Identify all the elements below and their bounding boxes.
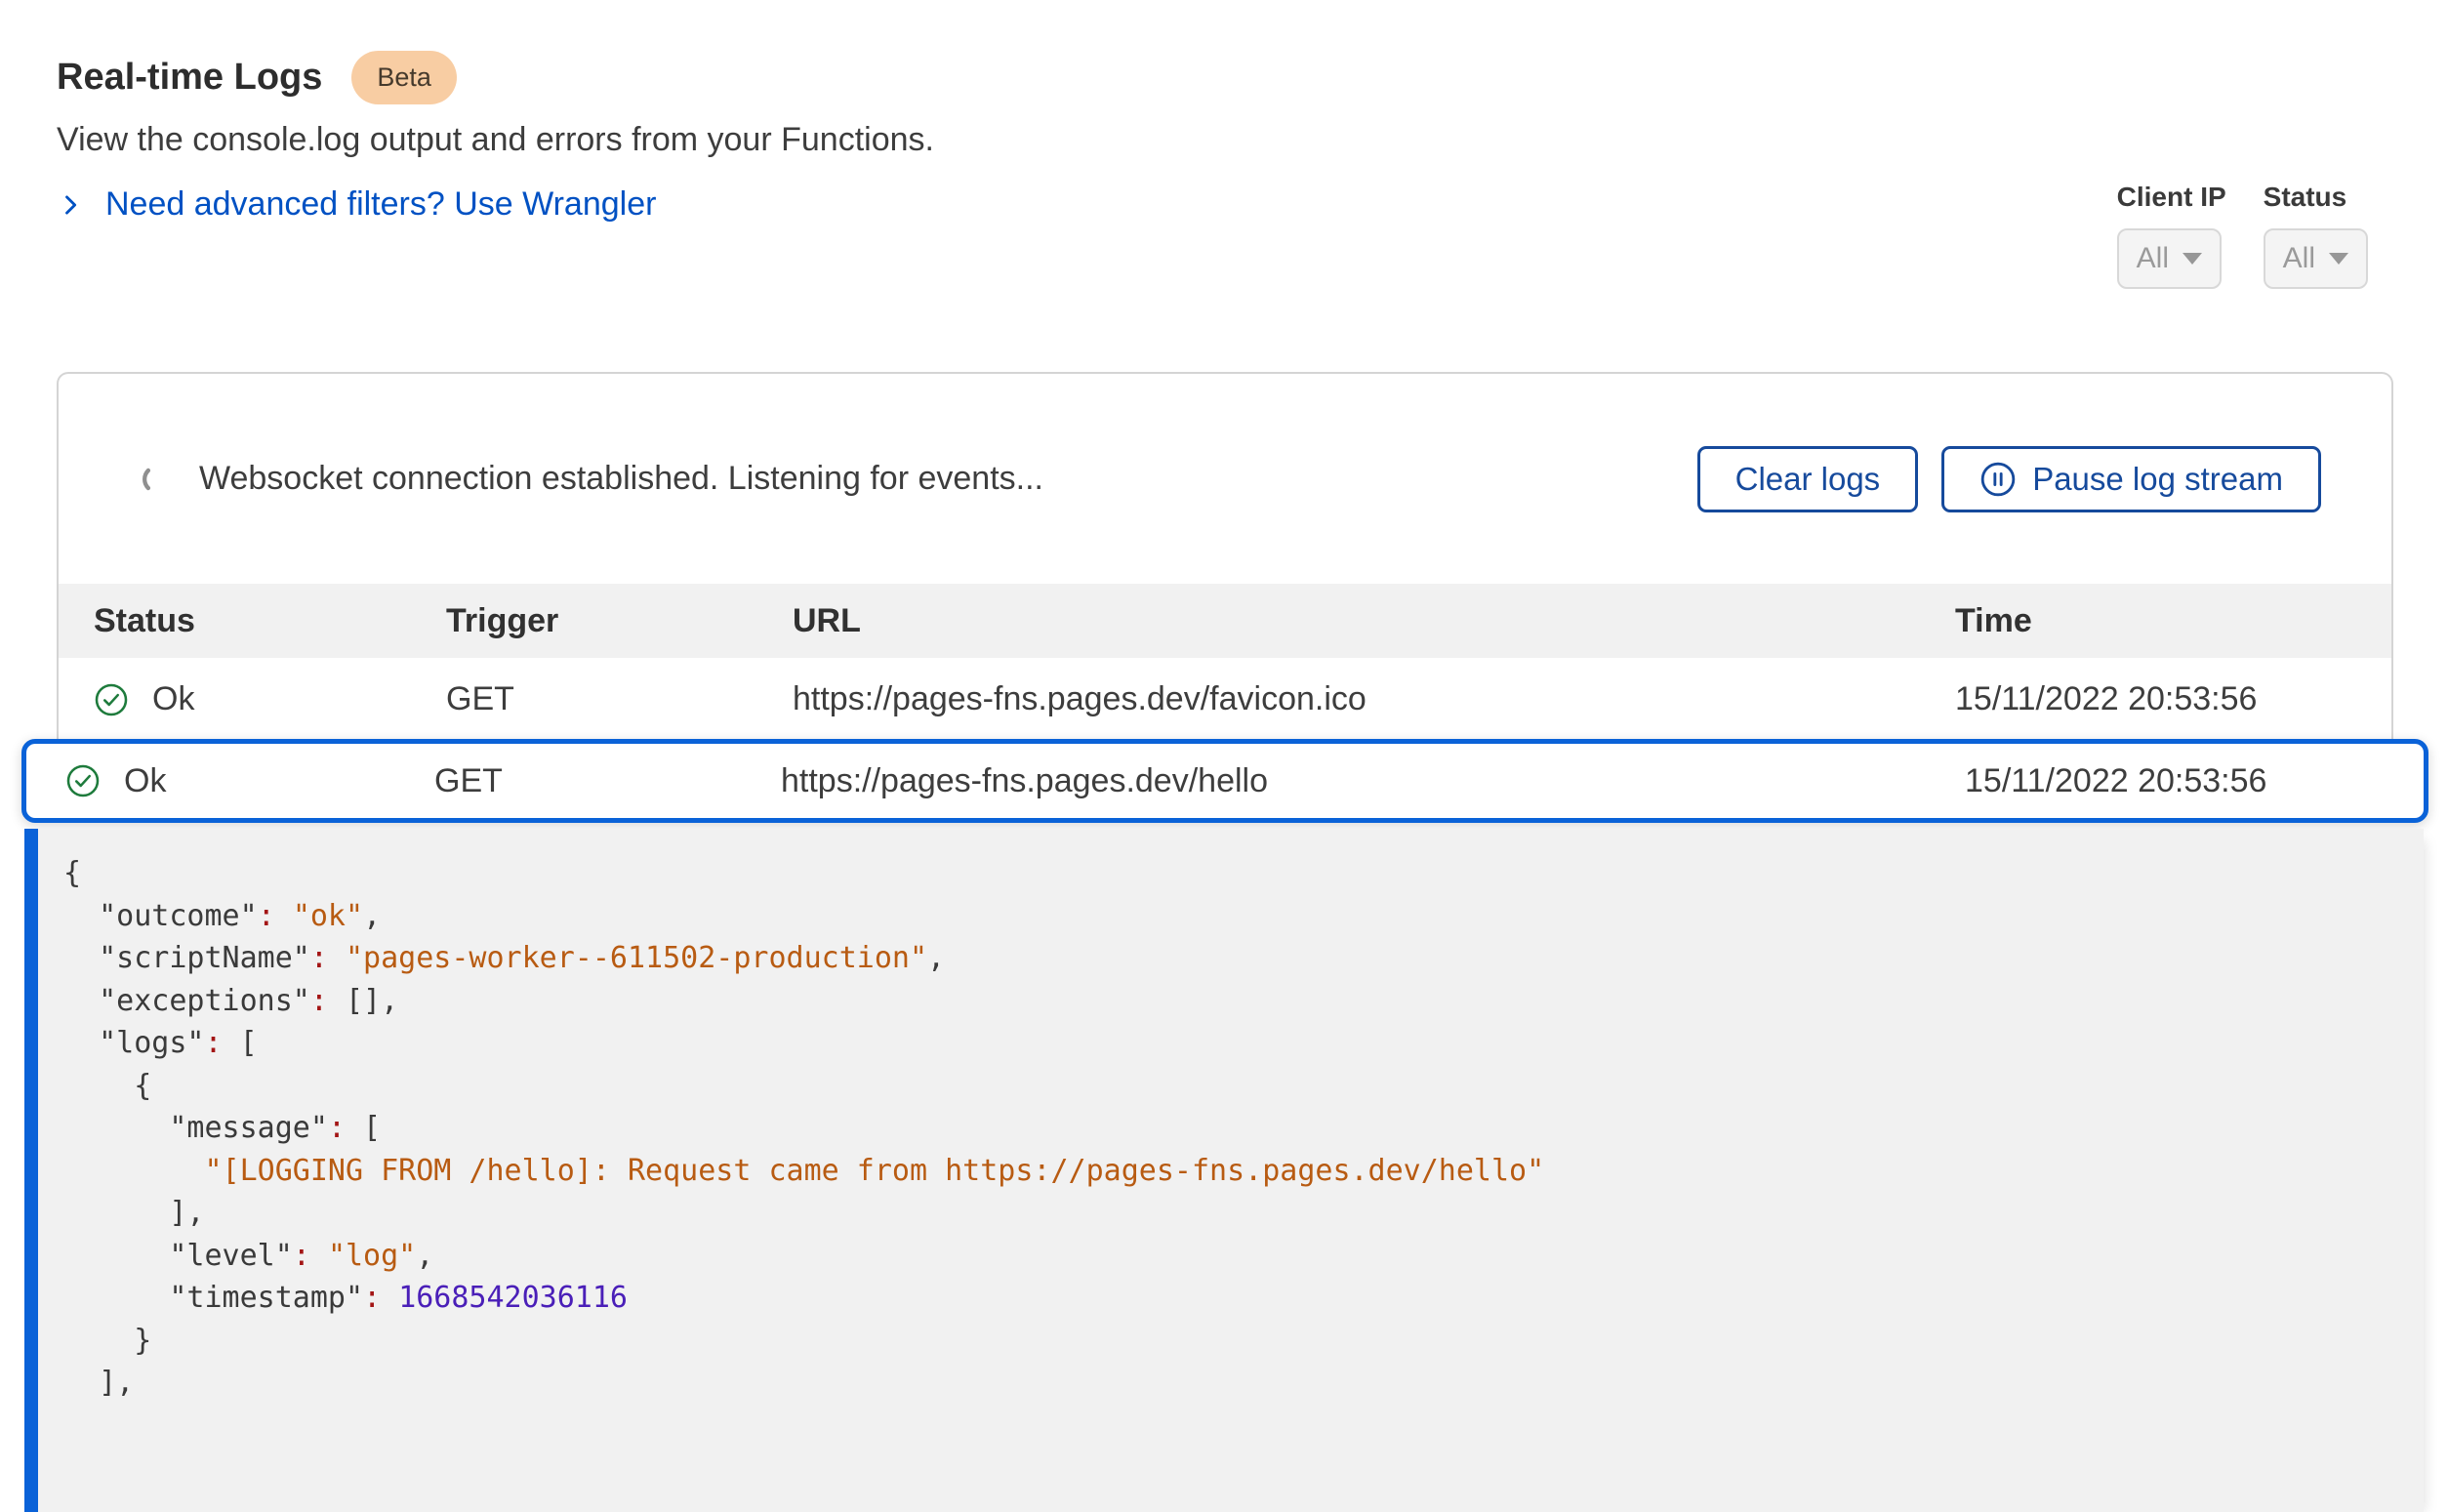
chevron-right-icon [57,191,84,219]
json-code: { "outcome": "ok", "scriptName": "pages-… [63,852,2424,1405]
client-ip-filter-group: Client IP All [2117,182,2226,289]
row-trigger: GET [446,680,793,718]
status-filter-label: Status [2264,182,2347,213]
status-selected-value: All [2283,242,2315,275]
log-detail-panel: { "outcome": "ok", "scriptName": "pages-… [24,829,2424,1512]
status-ok-icon [65,763,101,798]
client-ip-dropdown[interactable]: All [2117,228,2222,289]
row-url: https://pages-fns.pages.dev/favicon.ico [793,680,1955,718]
row-status: Ok [152,680,194,718]
logs-card: Websocket connection established. Listen… [57,372,2393,741]
clear-logs-label: Clear logs [1735,461,1881,498]
expanded-row-status: Ok [124,762,166,800]
column-header-trigger: Trigger [446,602,793,640]
clear-logs-button[interactable]: Clear logs [1697,446,1919,512]
caret-down-icon [2183,253,2202,265]
page-title: Real-time Logs [57,57,322,99]
websocket-status: Websocket connection established. Listen… [141,460,1043,498]
wrangler-advanced-filters-link[interactable]: Need advanced filters? Use Wrangler [57,185,656,224]
beta-badge: Beta [351,51,457,104]
row-time: 15/11/2022 20:53:56 [1955,680,2391,718]
client-ip-label: Client IP [2117,182,2226,213]
status-ok-icon [94,682,129,717]
log-table-header: Status Trigger URL Time [59,584,2391,658]
expanded-row-trigger: GET [434,762,781,800]
expanded-row-time: 15/11/2022 20:53:56 [1965,762,2424,800]
log-table-row[interactable]: Ok GET https://pages-fns.pages.dev/favic… [59,658,2391,741]
filters: Client IP All Status All [2117,182,2368,289]
wrangler-link-label: Need advanced filters? Use Wrangler [105,185,656,224]
page-description: View the console.log output and errors f… [57,121,934,159]
expanded-log-row[interactable]: Ok GET https://pages-fns.pages.dev/hello… [21,739,2428,823]
pause-log-stream-button[interactable]: Pause log stream [1941,446,2321,512]
pause-log-stream-label: Pause log stream [2032,461,2283,498]
logs-toolbar: Websocket connection established. Listen… [59,374,2391,584]
client-ip-selected-value: All [2137,242,2169,275]
caret-down-icon [2329,253,2348,265]
expanded-row-url: https://pages-fns.pages.dev/hello [781,762,1965,800]
page-header: Real-time Logs Beta [57,51,457,104]
column-header-time: Time [1955,602,2391,640]
websocket-status-message: Websocket connection established. Listen… [199,460,1043,498]
pause-icon [1979,461,2017,498]
toolbar-buttons: Clear logs Pause log stream [1697,446,2321,512]
expanded-log-entry: Ok GET https://pages-fns.pages.dev/hello… [21,739,2428,1512]
column-header-url: URL [793,602,1955,640]
column-header-status: Status [59,602,446,640]
status-dropdown[interactable]: All [2264,228,2368,289]
status-filter-group: Status All [2264,182,2368,289]
spinner-icon [141,463,174,496]
